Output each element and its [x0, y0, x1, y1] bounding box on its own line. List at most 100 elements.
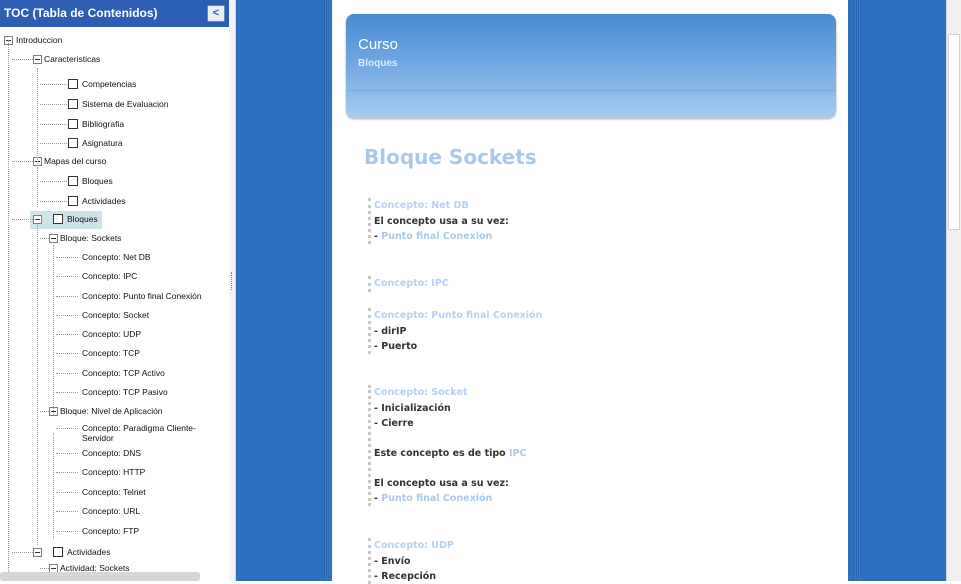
- tree-connector-line: [56, 257, 78, 258]
- tree-connector-line: [40, 104, 67, 105]
- toc-item[interactable]: Competencias: [0, 76, 229, 94]
- concept-line: - Punto final Conexión: [374, 491, 526, 506]
- tree-connector-line: [40, 84, 67, 85]
- toc-item[interactable]: Concepto: UDP: [0, 326, 229, 344]
- concept-heading[interactable]: Concepto: IPC: [374, 276, 449, 292]
- tree-connector-line: [56, 511, 78, 512]
- concept-line: El concepto usa a su vez:: [374, 476, 526, 491]
- toc-item[interactable]: Concepto: URL: [0, 503, 229, 521]
- tree-guide-line: [8, 40, 9, 580]
- toc-item[interactable]: Bloque: Nivel de Aplicación: [0, 403, 229, 421]
- collapse-node-icon[interactable]: [33, 55, 42, 64]
- concept-link[interactable]: Punto final Conexion: [381, 231, 492, 242]
- toc-item[interactable]: Concepto: Punto final Conexión: [0, 288, 229, 306]
- toc-item[interactable]: Bibliografia: [0, 116, 229, 134]
- toc-item-label: Bibliografia: [82, 119, 125, 129]
- concept-line: - dirIP: [374, 324, 542, 339]
- tree-connector-line: [40, 143, 67, 144]
- toc-item-label: Bloque: Sockets: [60, 233, 122, 243]
- node-checkbox[interactable]: [68, 138, 78, 148]
- toc-item[interactable]: Concepto: Socket: [0, 307, 229, 325]
- concept-link[interactable]: Punto final Conexión: [381, 493, 492, 504]
- toc-title: TOC (Tabla de Contenidos): [4, 6, 158, 20]
- toc-item[interactable]: Concepto: DNS: [0, 445, 229, 463]
- concept-section: Concepto: Punto final Conexión - dirIP - P…: [368, 308, 542, 354]
- toc-item-label: Asignatura: [82, 138, 123, 148]
- toc-item[interactable]: Concepto: Paradigma Cliente- Servidor: [0, 420, 229, 443]
- toc-item[interactable]: Caracteristicas: [0, 51, 229, 69]
- node-checkbox[interactable]: [68, 176, 78, 186]
- toc-item-label: Concepto: TCP: [82, 348, 140, 358]
- tree-connector-line: [40, 411, 49, 412]
- toc-item[interactable]: Introduccion: [0, 32, 229, 50]
- node-checkbox[interactable]: [53, 547, 63, 557]
- toc-item-label: Bloques: [67, 214, 98, 224]
- concept-line: El concepto usa a su vez:: [374, 214, 509, 229]
- toc-item-label: Concepto: URL: [82, 506, 141, 516]
- concept-text: Este concepto es de tipo: [374, 448, 509, 459]
- toc-item[interactable]: Concepto: IPC: [0, 268, 229, 286]
- toc-item[interactable]: Actividades: [0, 193, 229, 211]
- right-edge-box: [948, 34, 960, 230]
- toc-item[interactable]: Mapas del curso: [0, 153, 229, 171]
- toc-horizontal-scrollbar[interactable]: [0, 572, 200, 581]
- toc-item[interactable]: Bloques: [0, 211, 229, 229]
- node-checkbox[interactable]: [68, 196, 78, 206]
- tree-connector-line: [56, 353, 78, 354]
- toc-item-label: Introduccion: [16, 35, 63, 45]
- tree-connector-line: [56, 373, 78, 374]
- toc-item-label: Concepto: Telnet: [82, 487, 146, 497]
- concept-text: - Envío: [374, 556, 411, 567]
- collapse-node-icon[interactable]: [33, 548, 42, 557]
- concept-heading[interactable]: Concepto: Socket: [374, 385, 526, 401]
- toc-item-label: Bloques: [82, 176, 113, 186]
- left-decorative-stripe: [324, 0, 330, 581]
- toc-item[interactable]: Concepto: Telnet: [0, 484, 229, 502]
- toc-item-label: Concepto: TCP Activo: [82, 368, 165, 378]
- toc-item[interactable]: Bloque: Sockets: [0, 230, 229, 248]
- tree-connector-line: [56, 428, 78, 429]
- toc-item[interactable]: Concepto: Net DB: [0, 249, 229, 267]
- splitter-grip-icon[interactable]: [231, 272, 234, 290]
- concept-section: Concepto: UDP - Envío - Recepción: [368, 538, 454, 584]
- toc-item[interactable]: Concepto: FTP: [0, 523, 229, 541]
- node-checkbox[interactable]: [68, 119, 78, 129]
- toc-item[interactable]: Concepto: TCP Pasivo: [0, 384, 229, 402]
- tree-guide-line: [37, 68, 38, 168]
- concept-link[interactable]: IPC: [509, 448, 526, 459]
- toc-item-label: Mapas del curso: [44, 156, 107, 166]
- toc-item[interactable]: Concepto: TCP Activo: [0, 365, 229, 383]
- tree-connector-line: [12, 219, 33, 220]
- concept-heading[interactable]: Concepto: Punto final Conexión: [374, 308, 542, 324]
- banner-subtitle: Bloques: [358, 58, 398, 69]
- toc-item-label: Concepto: UDP: [82, 329, 142, 339]
- concept-section: Concepto: Socket - Inicialización - Cierre…: [368, 385, 526, 506]
- tree-connector-line: [56, 276, 78, 277]
- banner-divider: [346, 90, 836, 91]
- panel-splitter[interactable]: [229, 0, 236, 581]
- toc-item[interactable]: Concepto: TCP: [0, 345, 229, 363]
- node-checkbox[interactable]: [68, 79, 78, 89]
- toc-item[interactable]: Sistema de Evaluacion: [0, 96, 229, 114]
- toc-item[interactable]: Asignatura: [0, 135, 229, 153]
- collapse-node-icon[interactable]: [33, 215, 42, 224]
- tree-connector-line: [40, 181, 67, 182]
- toc-panel: TOC (Tabla de Contenidos) < Introduccion…: [0, 0, 230, 581]
- tree-connector-line: [56, 531, 78, 532]
- concept-text: El concepto usa a su vez:: [374, 216, 509, 227]
- concept-line: - Inicialización: [374, 401, 526, 416]
- concept-heading[interactable]: Concepto: Net DB: [374, 198, 509, 214]
- collapse-node-icon[interactable]: [49, 234, 58, 243]
- block-title: Bloque Sockets: [364, 145, 537, 169]
- concept-heading[interactable]: Concepto: UDP: [374, 538, 454, 554]
- tree-connector-line: [56, 334, 78, 335]
- node-checkbox[interactable]: [53, 214, 63, 224]
- toc-item[interactable]: Concepto: HTTP: [0, 464, 229, 482]
- node-checkbox[interactable]: [68, 99, 78, 109]
- toc-item-label: Concepto: TCP Pasivo: [82, 387, 168, 397]
- collapse-toc-button[interactable]: <: [207, 5, 225, 22]
- concept-line: - Puerto: [374, 339, 542, 354]
- toc-item[interactable]: Bloques: [0, 173, 229, 191]
